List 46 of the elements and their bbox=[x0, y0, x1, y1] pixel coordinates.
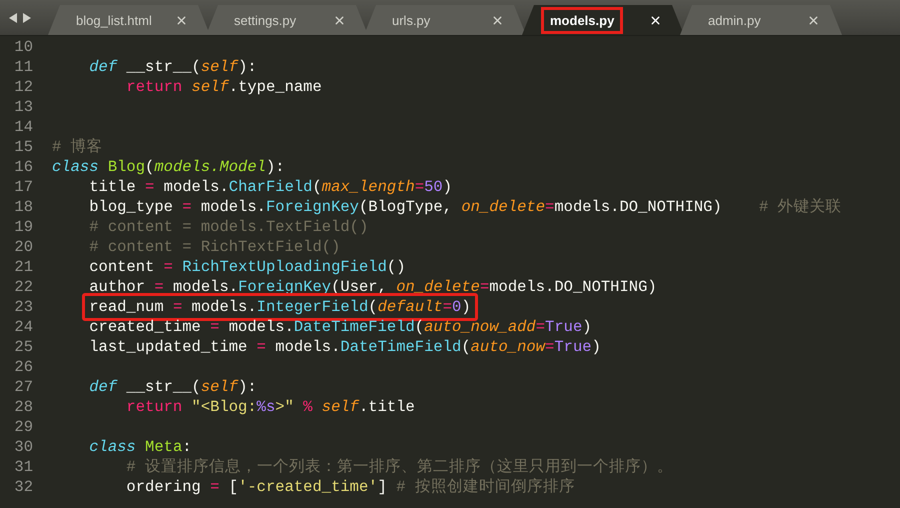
line-number: 16 bbox=[13, 157, 33, 177]
code-line: content = RichTextUploadingField() bbox=[89, 257, 406, 277]
code-line: class Meta: bbox=[89, 437, 192, 457]
editor-tab[interactable]: admin.py bbox=[680, 5, 842, 35]
line-number: 10 bbox=[13, 37, 33, 57]
left-arrow-icon[interactable] bbox=[8, 12, 18, 24]
code-line: # 设置排序信息，一个列表：第一排序、第二排序（这里只用到一个排序）。 bbox=[126, 457, 674, 477]
code-line: # content = models.TextField() bbox=[89, 217, 368, 237]
line-number: 14 bbox=[13, 117, 33, 137]
editor-tab[interactable]: urls.py bbox=[364, 5, 526, 35]
line-number: 31 bbox=[13, 457, 33, 477]
code-line: ordering = ['-created_time'] # 按照创建时间倒序排序 bbox=[126, 477, 575, 497]
code-line: def __str__(self): bbox=[89, 377, 257, 397]
line-number: 20 bbox=[13, 237, 33, 257]
line-number: 22 bbox=[13, 277, 33, 297]
editor-tab[interactable]: models.py bbox=[522, 5, 684, 35]
code-line: def __str__(self): bbox=[89, 57, 257, 77]
line-number: 28 bbox=[13, 397, 33, 417]
editor-tab[interactable]: blog_list.html bbox=[48, 5, 210, 35]
line-number: 17 bbox=[13, 177, 33, 197]
line-number: 21 bbox=[13, 257, 33, 277]
editor-tab[interactable]: settings.py bbox=[206, 5, 368, 35]
line-number: 24 bbox=[13, 317, 33, 337]
line-number: 32 bbox=[13, 477, 33, 497]
code-line: return self.type_name bbox=[126, 77, 322, 97]
line-number: 25 bbox=[13, 337, 33, 357]
line-number: 29 bbox=[13, 417, 33, 437]
line-number: 19 bbox=[13, 217, 33, 237]
code-line: class Blog(models.Model): bbox=[52, 157, 285, 177]
code-line: # content = RichTextField() bbox=[89, 237, 340, 257]
code-line: # 博客 bbox=[52, 137, 103, 157]
line-number: 15 bbox=[13, 137, 33, 157]
line-number: 26 bbox=[13, 357, 33, 377]
line-number: 12 bbox=[13, 77, 33, 97]
line-number: 18 bbox=[13, 197, 33, 217]
code-line: title = models.CharField(max_length=50) bbox=[89, 177, 452, 197]
code-line: return "<Blog:%s>" % self.title bbox=[126, 397, 415, 417]
line-number: 13 bbox=[13, 97, 33, 117]
line-number: 27 bbox=[13, 377, 33, 397]
line-number: 11 bbox=[13, 57, 33, 77]
close-icon[interactable] bbox=[649, 14, 662, 26]
code-line: blog_type = models.ForeignKey(BlogType, on_delete=models.DO_NOTHING) # 外键关联 bbox=[89, 197, 842, 217]
line-number: 23 bbox=[13, 297, 33, 317]
line-number: 30 bbox=[13, 437, 33, 457]
code-line: last_updated_time = models.DateTimeField(auto_now=True) bbox=[89, 337, 601, 357]
right-arrow-icon[interactable] bbox=[22, 12, 32, 24]
